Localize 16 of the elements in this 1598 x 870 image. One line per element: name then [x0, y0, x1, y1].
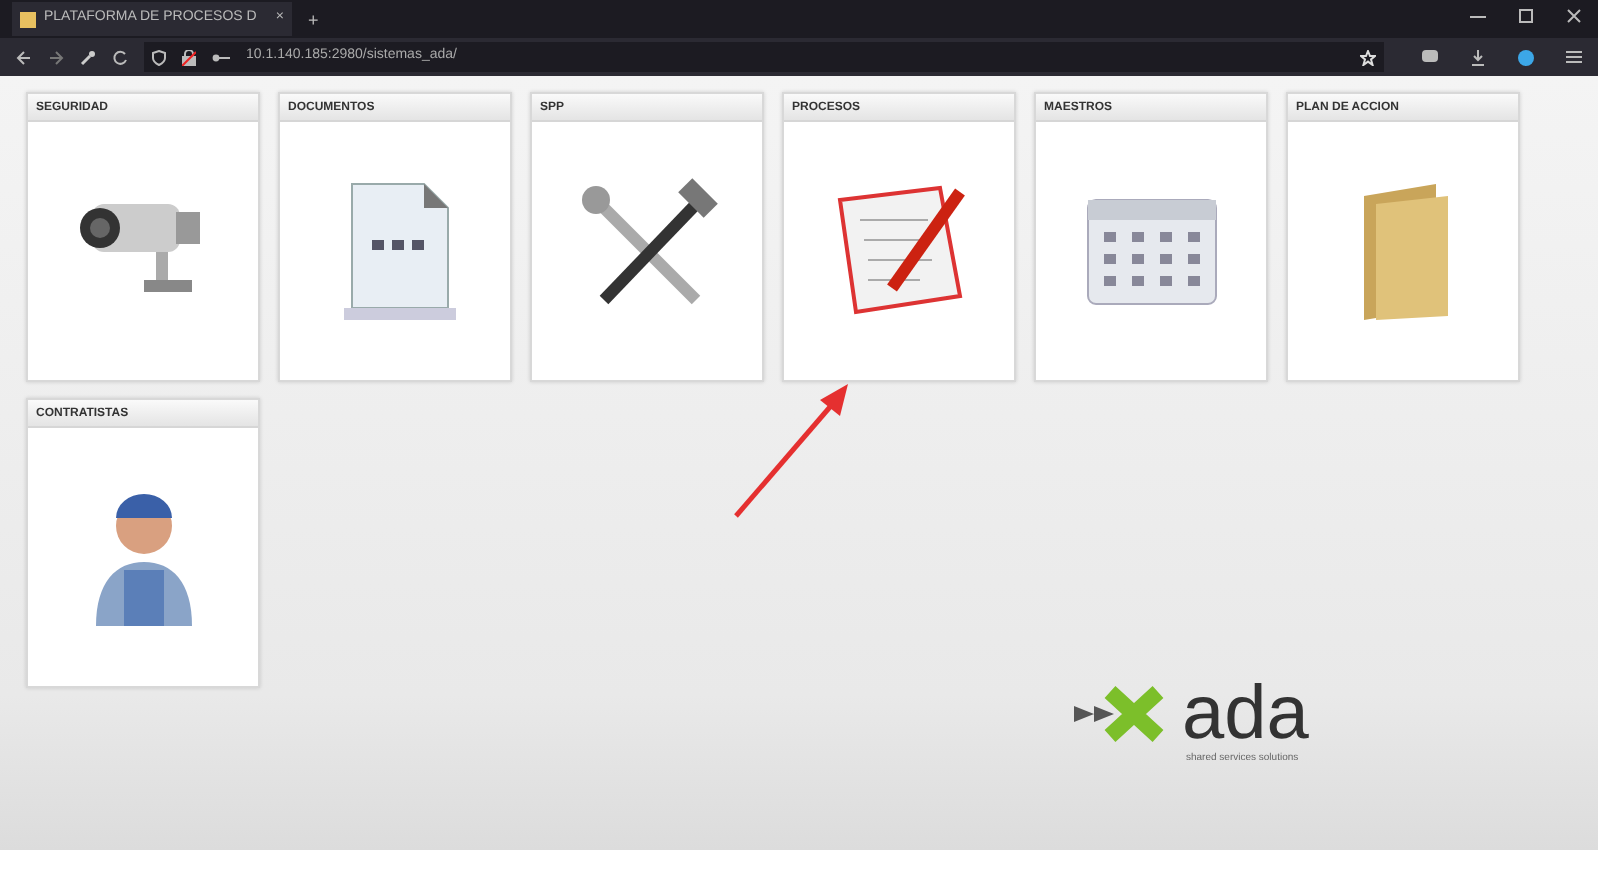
forward-icon[interactable]	[48, 49, 64, 65]
logo-name: ada	[1182, 676, 1309, 752]
new-tab-button[interactable]: +	[308, 8, 319, 35]
download-icon[interactable]	[1470, 49, 1486, 65]
key-icon[interactable]	[212, 51, 230, 63]
shield-icon[interactable]	[152, 49, 166, 65]
back-icon[interactable]	[16, 49, 32, 65]
wrench-icon[interactable]	[80, 49, 96, 65]
star-icon[interactable]	[1360, 49, 1376, 65]
maximize-icon[interactable]	[1518, 8, 1534, 24]
page-icon	[20, 11, 36, 27]
close-icon[interactable]	[1566, 8, 1582, 24]
lock-icon[interactable]	[182, 49, 196, 65]
extension-icon[interactable]	[1518, 49, 1534, 65]
menu-icon[interactable]	[1566, 50, 1582, 64]
reload-icon[interactable]	[112, 49, 128, 65]
